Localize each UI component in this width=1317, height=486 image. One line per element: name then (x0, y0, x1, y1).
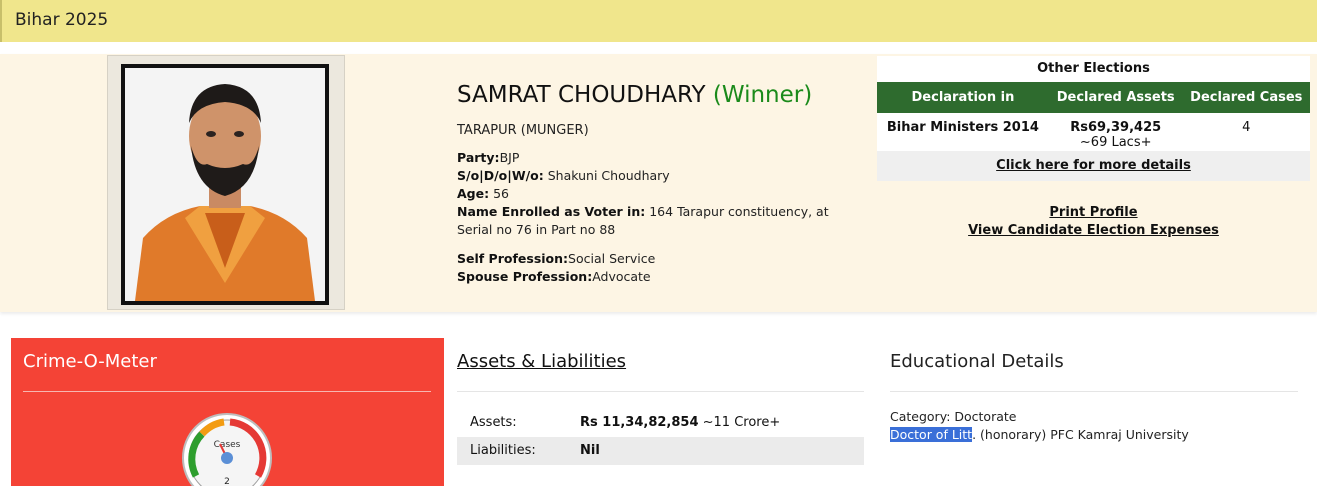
assets-label: Assets: (470, 415, 517, 430)
spouse-profession-value: Advocate (592, 269, 651, 284)
selected-text[interactable]: Doctor of Litt (890, 427, 973, 442)
profile-section: SAMRAT CHOUDHARY (Winner) TARAPUR (MUNGE… (0, 54, 1317, 312)
crime-o-meter-title: Crime-O-Meter (23, 351, 157, 372)
education-degree: Doctor of Litt. (honorary) PFC Kamraj Un… (890, 427, 1189, 442)
education-title: Educational Details (890, 351, 1064, 372)
divider (890, 391, 1298, 392)
liabilities-value: Nil (580, 443, 600, 458)
age-row: Age: 56 (457, 185, 867, 203)
profile-links: Print Profile View Candidate Election Ex… (877, 204, 1310, 240)
self-profession-label: Self Profession: (457, 251, 569, 266)
other-elections-panel: Other Elections Declaration in Declared … (877, 56, 1310, 181)
candidate-photo (121, 64, 329, 305)
winner-status: (Winner) (712, 82, 813, 108)
voter-label: Name Enrolled as Voter in: (457, 204, 646, 219)
top-bar: Bihar 2025 (0, 0, 1317, 42)
assets-approx: ~11 Crore+ (702, 415, 781, 430)
degree-rest: . (honorary) PFC Kamraj University (972, 427, 1189, 442)
row-assets: Rs69,39,425 ~69 Lacs+ (1048, 113, 1183, 151)
party-value: BJP (499, 150, 520, 165)
assets-title[interactable]: Assets & Liabilities (457, 351, 626, 372)
liabilities-row: Liabilities: Nil (457, 437, 864, 465)
crime-o-meter-panel: Crime-O-Meter Cases 2 (11, 338, 444, 486)
spouse-profession-row: Spouse Profession:Advocate (457, 268, 867, 286)
party-label: Party: (457, 150, 500, 165)
table-row: Bihar Ministers 2014 Rs69,39,425 ~69 Lacs… (877, 113, 1310, 151)
gauge-label: Cases (214, 440, 241, 450)
photo-frame (107, 55, 345, 310)
header-declaration: Declaration in (877, 82, 1049, 113)
relation-row: S/o|D/o|W/o: Shakuni Choudhary (457, 167, 867, 185)
row-declaration: Bihar Ministers 2014 (877, 113, 1049, 151)
assets-value: Rs 11,34,82,854 (580, 415, 699, 430)
row-assets-value: Rs69,39,425 (1070, 120, 1162, 135)
age-value: 56 (493, 186, 509, 201)
candidate-details: Party:BJP S/o|D/o|W/o: Shakuni Choudhary… (457, 149, 867, 286)
liabilities-label: Liabilities: (470, 443, 536, 458)
other-elections-title: Other Elections (877, 56, 1310, 82)
header-assets: Declared Assets (1048, 82, 1183, 113)
assets-row: Assets: Rs 11,34,82,854 ~11 Crore+ (457, 409, 864, 437)
more-details-row: Click here for more details (877, 151, 1310, 181)
assets-value-group: Rs 11,34,82,854 ~11 Crore+ (580, 415, 780, 430)
self-profession-value: Social Service (568, 251, 656, 266)
divider (23, 391, 431, 392)
divider (457, 391, 864, 392)
candidate-name: SAMRAT CHOUDHARY (457, 82, 706, 108)
relation-value: Shakuni Choudhary (547, 168, 670, 183)
header-cases: Declared Cases (1182, 82, 1310, 113)
gauge-cases-value: 2 (224, 477, 230, 486)
crime-gauge: Cases 2 (182, 413, 272, 486)
age-label: Age: (457, 186, 490, 201)
other-elections-table: Declaration in Declared Assets Declared … (877, 82, 1310, 151)
candidate-portrait-image (125, 68, 325, 301)
election-expenses-link[interactable]: View Candidate Election Expenses (968, 223, 1219, 238)
constituency: TARAPUR (MUNGER) (457, 123, 589, 138)
gauge-hub (221, 452, 233, 464)
self-profession-row: Self Profession:Social Service (457, 250, 867, 268)
row-cases: 4 (1182, 113, 1310, 151)
other-elections-header-row: Declaration in Declared Assets Declared … (877, 82, 1310, 113)
spouse-profession-label: Spouse Profession: (457, 269, 593, 284)
row-assets-approx: ~69 Lacs+ (1079, 135, 1152, 150)
party-row: Party:BJP (457, 149, 867, 167)
candidate-name-line: SAMRAT CHOUDHARY (Winner) (457, 82, 812, 108)
relation-label: S/o|D/o|W/o: (457, 168, 544, 183)
voter-row: Name Enrolled as Voter in: 164 Tarapur c… (457, 203, 867, 239)
print-profile-link[interactable]: Print Profile (1049, 205, 1137, 220)
page-title: Bihar 2025 (15, 10, 109, 30)
education-category: Category: Doctorate (890, 409, 1017, 424)
more-details-link[interactable]: Click here for more details (996, 158, 1191, 173)
